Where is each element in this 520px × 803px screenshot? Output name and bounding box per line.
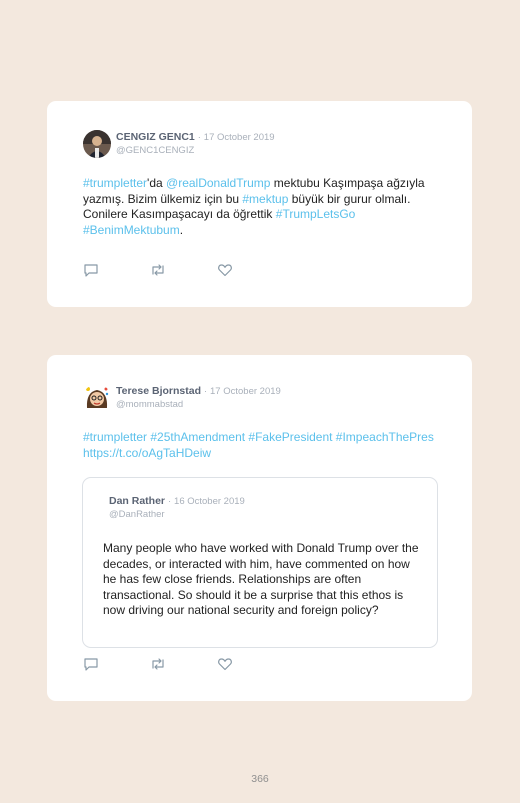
author-name[interactable]: CENGIZ GENC1 [116, 131, 195, 143]
avatar[interactable] [83, 130, 111, 158]
separator-dot: · [203, 386, 208, 397]
tweet-text: #trumpletter #25thAmendment #FakePreside… [83, 430, 443, 461]
reply-icon[interactable] [83, 263, 99, 277]
tweet-actions [83, 657, 283, 671]
author-handle[interactable]: @GENC1CENGIZ [116, 144, 275, 157]
retweet-icon[interactable] [150, 657, 166, 671]
author-handle[interactable]: @mommabstad [116, 398, 281, 411]
hashtag-links[interactable]: #trumpletter #25thAmendment #FakePreside… [83, 430, 434, 460]
tweet-date[interactable]: 17 October 2019 [210, 386, 281, 397]
quoted-tweet-date[interactable]: 16 October 2019 [174, 496, 245, 507]
avatar[interactable] [83, 384, 111, 412]
tweet-actions [83, 263, 283, 277]
quoted-tweet[interactable]: Dan Rather · 16 October 2019 @DanRather … [82, 477, 438, 648]
tweet-card-2: Terese Bjornstad · 17 October 2019 @momm… [47, 355, 472, 701]
mention-link[interactable]: @realDonaldTrump [166, 176, 270, 190]
tweet-header: Terese Bjornstad · 17 October 2019 @momm… [116, 385, 281, 411]
hashtag-link[interactable]: #mektup [242, 192, 288, 206]
tweet-date[interactable]: 17 October 2019 [204, 132, 275, 143]
author-name[interactable]: Terese Bjornstad [116, 385, 201, 397]
quoted-author-handle[interactable]: @DanRather [109, 508, 245, 521]
tweet-card-1: CENGIZ GENC1 · 17 October 2019 @GENC1CEN… [47, 101, 472, 307]
like-icon[interactable] [217, 263, 233, 277]
separator-dot: · [167, 496, 172, 507]
text-segment: 'da [147, 176, 167, 190]
retweet-icon[interactable] [150, 263, 166, 277]
hashtag-link[interactable]: #trumpletter [83, 176, 147, 190]
tweet-header: CENGIZ GENC1 · 17 October 2019 @GENC1CEN… [116, 131, 275, 157]
separator-dot: · [197, 132, 201, 143]
reply-icon[interactable] [83, 657, 99, 671]
quoted-author-name[interactable]: Dan Rather [109, 495, 165, 507]
text-segment: . [179, 222, 184, 237]
page-number: 366 [251, 773, 269, 785]
like-icon[interactable] [217, 657, 233, 671]
tweet-text: #trumpletter'da @realDonaldTrump mektubu… [83, 176, 443, 238]
quoted-tweet-text: Many people who have worked with Donald … [103, 541, 419, 617]
quoted-tweet-header: Dan Rather · 16 October 2019 @DanRather [109, 495, 245, 521]
